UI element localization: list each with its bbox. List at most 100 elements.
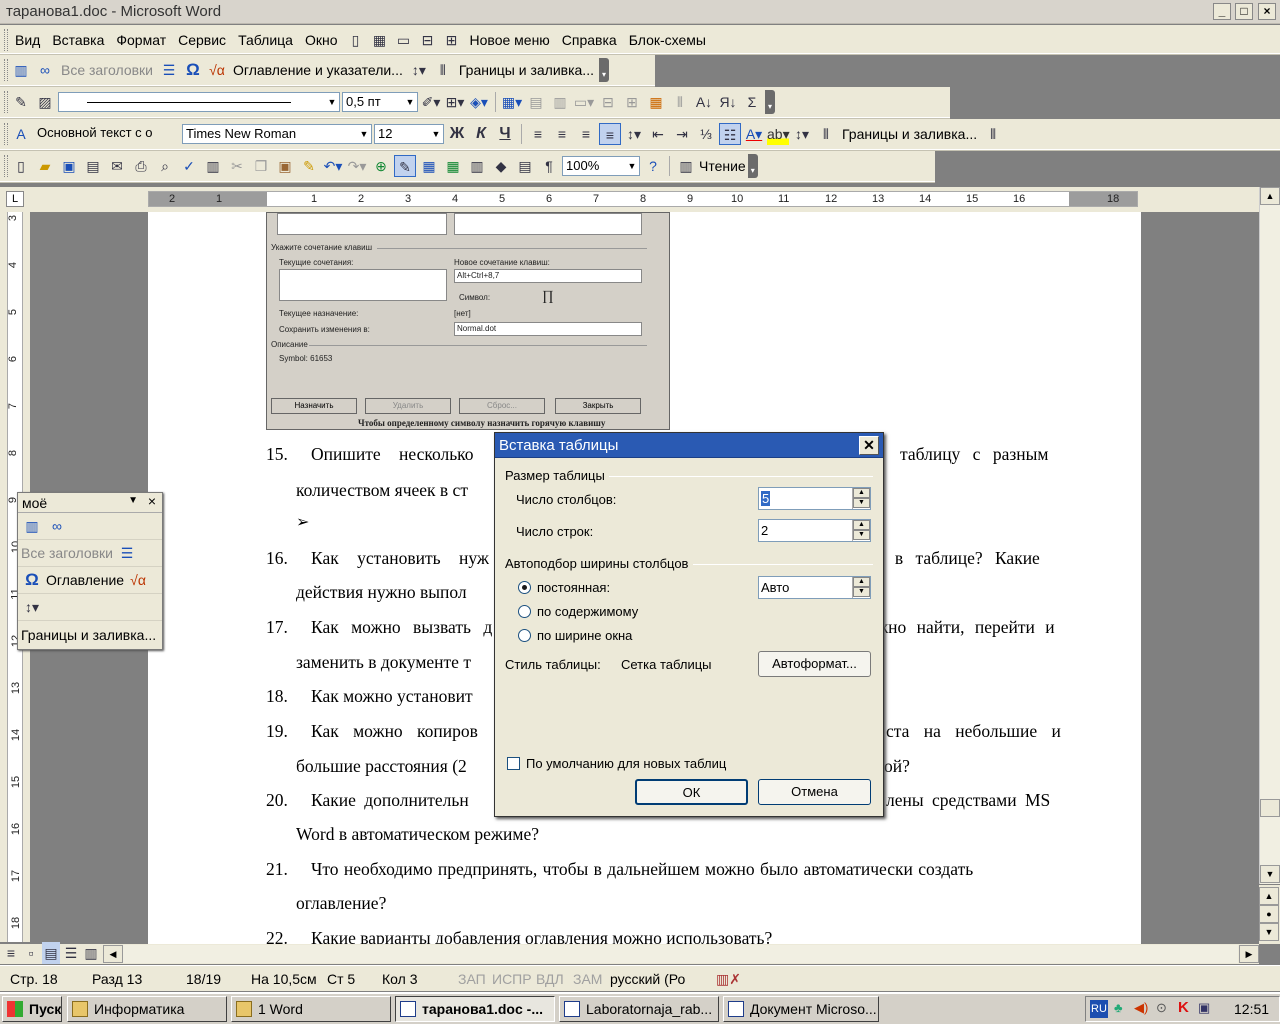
horizontal-scrollbar[interactable]: ≡ ▫ ▤ ☰ ▥ ◀ ▶	[0, 942, 1259, 964]
undo-icon[interactable]: ↶▾	[322, 155, 344, 177]
omega-icon[interactable]: Ω	[182, 59, 204, 81]
reading-button[interactable]: Чтение	[699, 158, 746, 174]
align-center-icon[interactable]: ≡	[551, 123, 573, 145]
line-spacing-icon[interactable]: ↕▾	[623, 123, 645, 145]
autoformat-button[interactable]: Автоформат...	[758, 651, 871, 677]
align-right-icon[interactable]: ≡	[575, 123, 597, 145]
fixed-width-radio[interactable]	[518, 581, 531, 594]
format-painter-icon[interactable]: ✎	[298, 155, 320, 177]
spin-up-icon[interactable]: ▲	[853, 488, 870, 498]
merge-cells-icon[interactable]: ▤	[525, 91, 547, 113]
font-combo[interactable]: Times New Roman ▼	[182, 124, 372, 144]
style-combo[interactable]: Основной текст с о	[34, 124, 180, 144]
next-page-button[interactable]: ▼	[1259, 923, 1279, 941]
scroll-up-button[interactable]: ▲	[1260, 187, 1280, 205]
clipart-icon[interactable]: ▦	[369, 29, 391, 51]
hyperlink-icon[interactable]: ⊕	[370, 155, 392, 177]
styles-icon[interactable]: A	[10, 123, 32, 145]
image-icon[interactable]: ▭	[393, 29, 415, 51]
split-cells-icon[interactable]: ▥	[549, 91, 571, 113]
minimize-button[interactable]: _	[1213, 3, 1231, 20]
spin-up-icon[interactable]: ▲	[853, 577, 870, 587]
decrease-indent-icon[interactable]: ⇤	[647, 123, 669, 145]
zoom-combo[interactable]: 100% ▼	[562, 156, 640, 176]
toolbar-grip[interactable]	[4, 59, 8, 81]
fixed-width-spinbox[interactable]: Авто ▲ ▼	[758, 576, 871, 599]
spin-down-icon[interactable]: ▼	[853, 530, 870, 540]
spelling-status-icon[interactable]: ▥✗	[716, 971, 741, 988]
vertical-scrollbar[interactable]: ▲ ▼	[1259, 187, 1280, 884]
tab-selector[interactable]: L	[6, 191, 24, 207]
highlight-icon[interactable]: ab▾	[767, 123, 790, 145]
binoculars-icon[interactable]: ∞	[34, 59, 56, 81]
sort-asc-icon[interactable]: A↓	[693, 91, 715, 113]
taskbar-button-word-group[interactable]: 1 Word	[231, 996, 391, 1022]
reading-view-icon[interactable]: ▥	[82, 942, 100, 964]
toolbar-options-chevron[interactable]: ▾	[747, 154, 758, 178]
permission-icon[interactable]: ▤	[82, 155, 104, 177]
floating-toolbar[interactable]: моё ▼ × ▥ ∞ Все заголовки ☰ Ω Оглавление…	[17, 492, 163, 650]
borders-icon-2[interactable]: ⫴	[982, 123, 1004, 145]
status-rec[interactable]: ЗАП	[458, 971, 486, 987]
numbering-icon[interactable]: ⅓	[695, 123, 717, 145]
borders-button[interactable]: Границы и заливка...	[456, 62, 597, 78]
close-icon[interactable]: ×	[148, 493, 156, 509]
borders-icon[interactable]: ⫴	[432, 59, 454, 81]
rows-spinbox[interactable]: 2 ▲ ▼	[758, 519, 871, 542]
line-spacing-icon-2[interactable]: ↕▾	[791, 123, 813, 145]
taskbar-button-informatika[interactable]: Информатика	[67, 996, 227, 1022]
equation-icon[interactable]: √α	[206, 59, 228, 81]
line-spacing-icon[interactable]: ↕▾	[408, 59, 430, 81]
document-map-icon[interactable]: ▤	[514, 155, 536, 177]
underline-button[interactable]: Ч	[494, 123, 516, 145]
line-spacing-icon[interactable]: ↕▾	[21, 596, 43, 618]
status-ext[interactable]: ВДЛ	[536, 971, 564, 987]
book-icon[interactable]: ▥	[10, 59, 32, 81]
diagram-icon[interactable]: ⊟	[417, 29, 439, 51]
autofit-content-radio[interactable]	[518, 605, 531, 618]
new-doc-icon[interactable]: ▯	[345, 29, 367, 51]
research-icon[interactable]: ▥	[202, 155, 224, 177]
autofit-window-radio[interactable]	[518, 629, 531, 642]
save-icon[interactable]: ▣	[58, 155, 80, 177]
status-trk[interactable]: ИСПР	[492, 971, 532, 987]
eraser-icon[interactable]: ▨	[34, 91, 56, 113]
toolbar-grip[interactable]	[4, 28, 8, 51]
justify-icon[interactable]: ≡	[599, 123, 621, 145]
outline-view-icon[interactable]: ☰	[62, 942, 80, 964]
text-direction-icon[interactable]: ⫴	[669, 91, 691, 113]
show-hide-icon[interactable]: ¶	[538, 155, 560, 177]
usb-icon[interactable]: ⊙	[1156, 1000, 1167, 1016]
toolbar-options-icon[interactable]: ▼	[128, 495, 138, 506]
menu-new-menu[interactable]: Новое меню	[465, 29, 555, 51]
toolbar-options-chevron[interactable]: ▾	[598, 58, 609, 82]
menu-format[interactable]: Формат	[111, 29, 171, 51]
monitor-icon[interactable]: ▣	[1198, 1000, 1210, 1016]
taskbar-button-taranova[interactable]: таранова1.doc -...	[395, 996, 555, 1022]
all-headings-dropdown[interactable]: Все заголовки	[58, 62, 156, 78]
toolbar-grip[interactable]	[4, 155, 8, 177]
equation-icon[interactable]: √α	[127, 569, 149, 591]
menu-window[interactable]: Окно	[300, 29, 343, 51]
line-weight-combo[interactable]: 0,5 пт ▼	[342, 92, 418, 112]
browse-object-button[interactable]: ●	[1259, 905, 1279, 923]
redo-icon[interactable]: ↷▾	[346, 155, 368, 177]
print-icon[interactable]: ⎙	[130, 155, 152, 177]
scroll-thumb[interactable]	[1260, 799, 1280, 817]
language-indicator[interactable]: RU	[1090, 1000, 1108, 1018]
italic-button[interactable]: К	[470, 123, 492, 145]
copy-icon[interactable]: ❐	[250, 155, 272, 177]
mail-icon[interactable]: ✉	[106, 155, 128, 177]
all-headings-dropdown[interactable]: Все заголовки	[21, 545, 113, 561]
align-left-icon[interactable]: ≡	[527, 123, 549, 145]
dialog-close-button[interactable]: ✕	[859, 436, 879, 455]
help-icon[interactable]: ?	[642, 155, 664, 177]
status-ovr[interactable]: ЗАМ	[573, 971, 602, 987]
ok-button[interactable]: ОК	[635, 779, 748, 805]
columns-icon[interactable]: ▥	[466, 155, 488, 177]
align-icon[interactable]: ▭▾	[573, 91, 595, 113]
bold-button[interactable]: Ж	[446, 123, 468, 145]
scroll-left-button[interactable]: ◀	[103, 945, 123, 963]
increase-indent-icon[interactable]: ⇥	[671, 123, 693, 145]
prev-page-button[interactable]: ▲	[1259, 887, 1279, 905]
